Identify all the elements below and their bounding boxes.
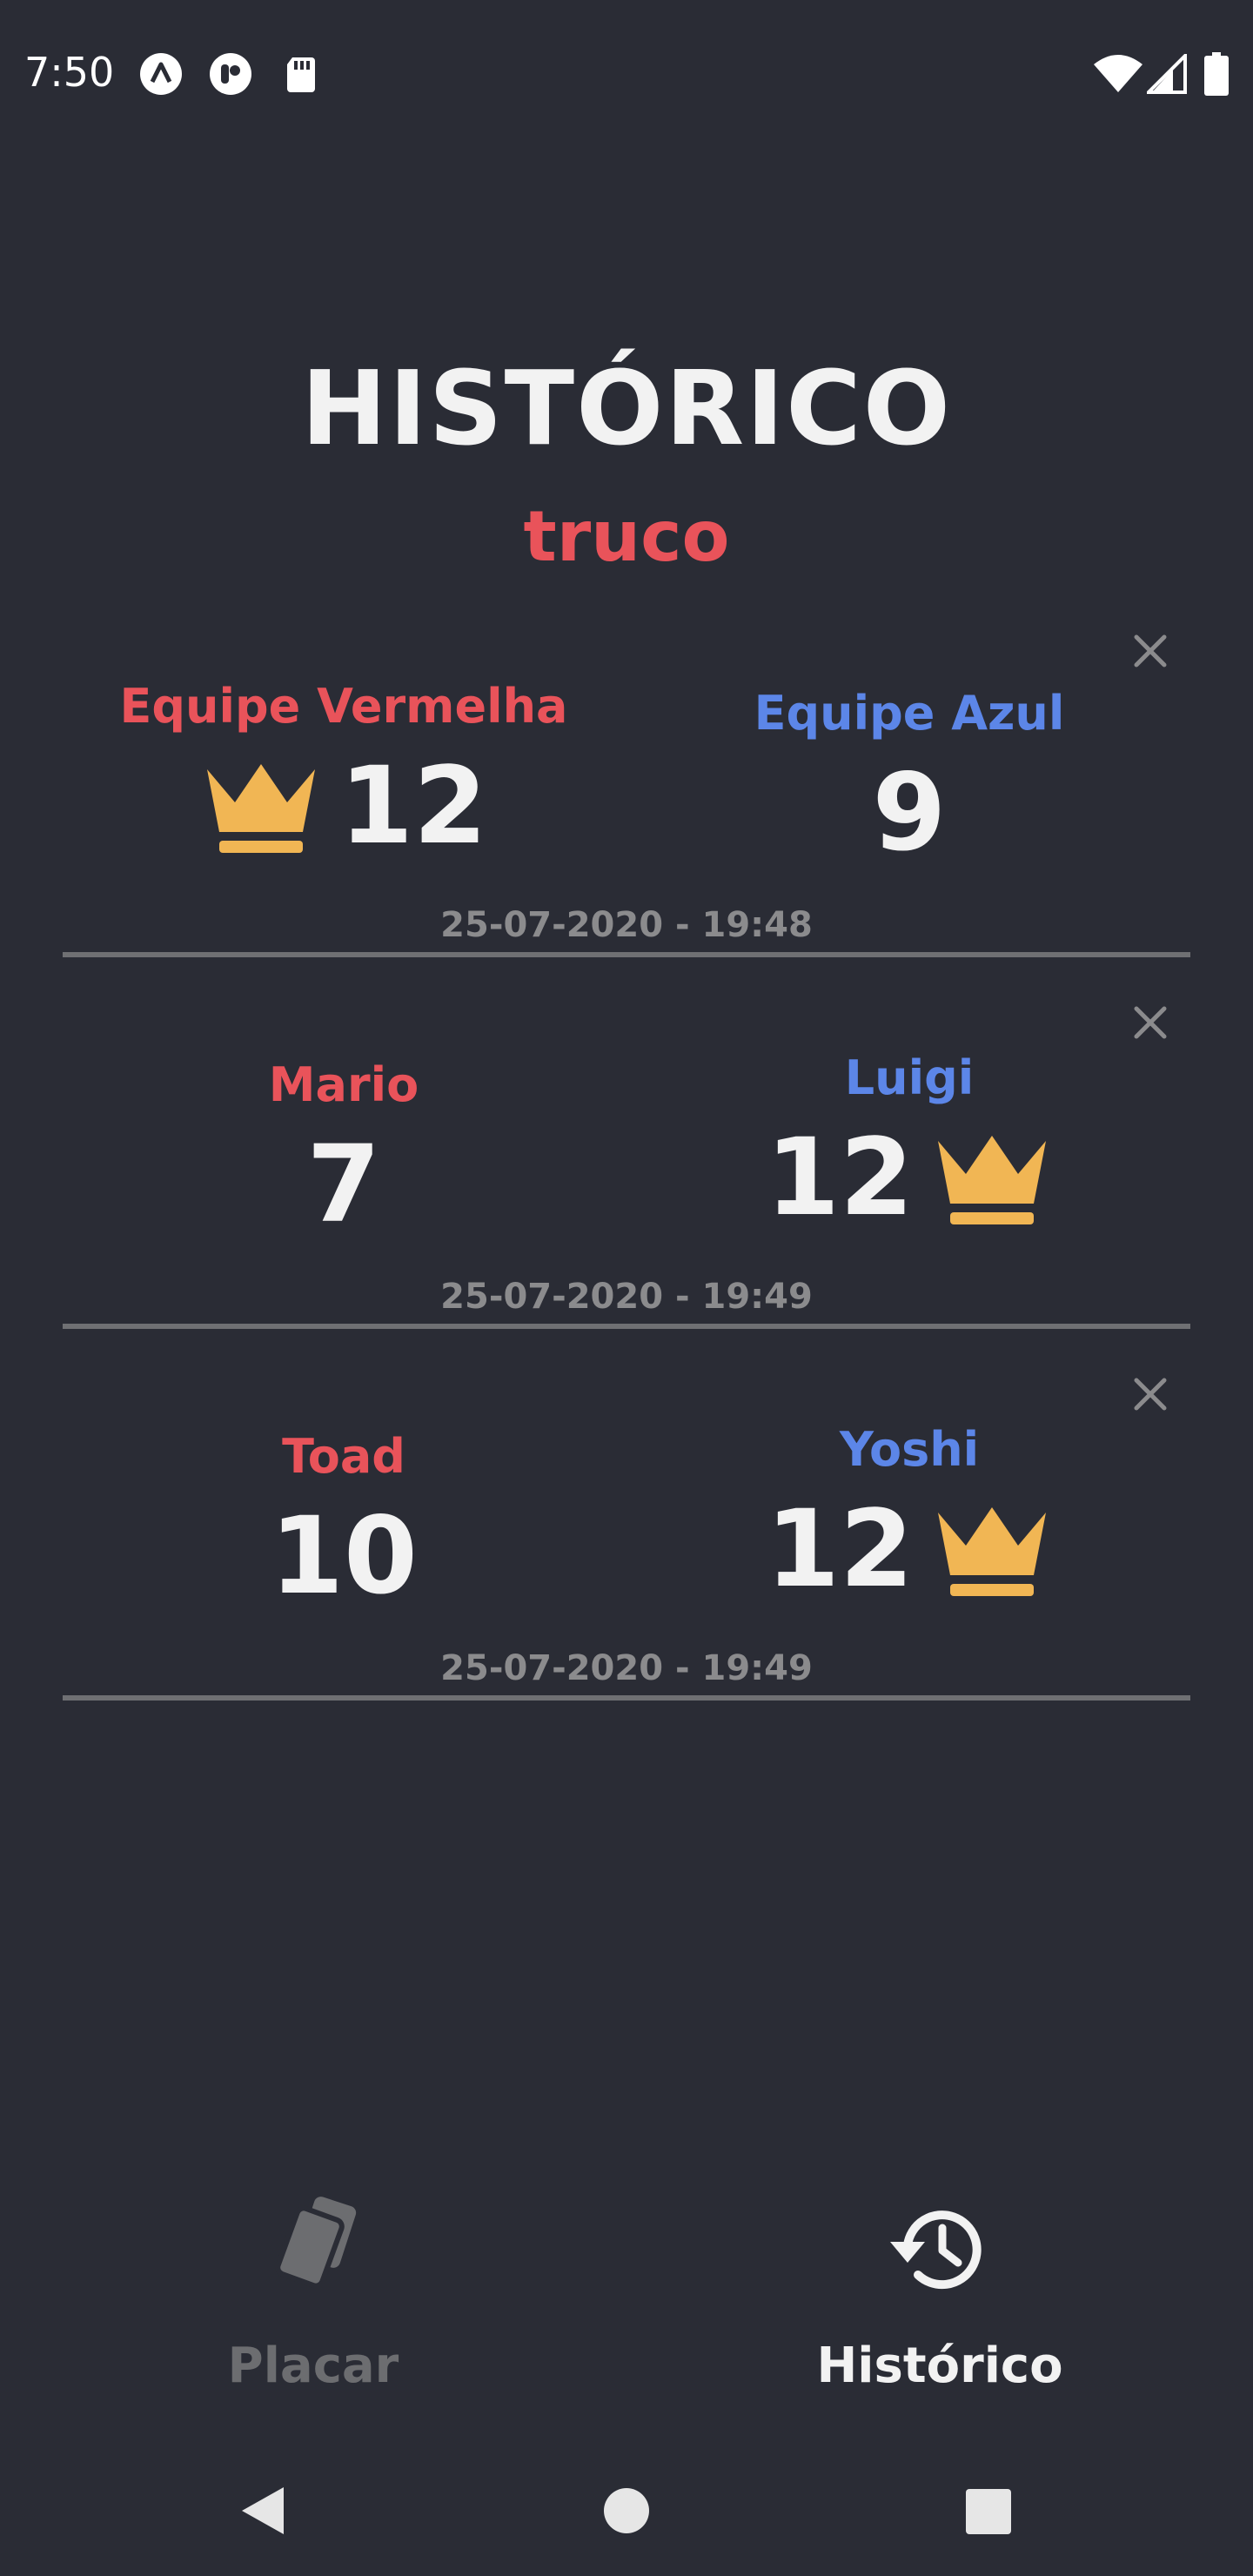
nav-tab-placar-label: Placar bbox=[227, 2338, 399, 2394]
status-clock: 7:50 bbox=[24, 49, 115, 96]
history-card: Equipe Vermelha 12 Equipe Azul 9 25-07-2… bbox=[0, 609, 1253, 981]
right-team-name: Luigi bbox=[844, 1050, 975, 1105]
delete-entry-close-icon[interactable] bbox=[1126, 627, 1175, 675]
left-score: 7 bbox=[306, 1123, 381, 1246]
right-team-name: Yoshi bbox=[839, 1422, 980, 1477]
match-date: 25-07-2020 - 19:49 bbox=[440, 1648, 813, 1688]
game-type-subtitle: truco bbox=[523, 496, 730, 577]
home-icon[interactable] bbox=[596, 2480, 657, 2541]
nav-tab-placar[interactable]: Placar bbox=[96, 2193, 531, 2394]
right-score: 12 bbox=[766, 1116, 914, 1239]
history-icon bbox=[890, 2210, 982, 2290]
left-team: Mario 7 bbox=[83, 1057, 605, 1241]
match-date: 25-07-2020 - 19:48 bbox=[440, 905, 813, 945]
right-team: Yoshi 12 bbox=[648, 1422, 1170, 1606]
right-score: 12 bbox=[766, 1487, 914, 1611]
cards-icon bbox=[275, 2197, 357, 2289]
left-team: Toad 10 bbox=[83, 1429, 605, 1613]
right-team-name: Equipe Azul bbox=[754, 686, 1065, 741]
card-divider bbox=[63, 1324, 1190, 1329]
right-score-row: 12 bbox=[648, 1493, 1170, 1606]
right-score: 9 bbox=[872, 751, 947, 875]
back-icon[interactable] bbox=[233, 2480, 294, 2541]
system-navigation-bar bbox=[0, 2437, 1253, 2576]
delete-entry-close-icon[interactable] bbox=[1126, 998, 1175, 1047]
left-team-name: Equipe Vermelha bbox=[119, 679, 568, 734]
card-divider bbox=[63, 952, 1190, 957]
right-team: Equipe Azul 9 bbox=[648, 686, 1170, 869]
left-score-row: 7 bbox=[83, 1128, 605, 1241]
wifi-icon bbox=[1094, 55, 1142, 92]
history-card: Mario 7 Luigi 12 25-07-2020 - 19:49 bbox=[0, 981, 1253, 1352]
match-date: 25-07-2020 - 19:49 bbox=[440, 1277, 813, 1317]
left-team: Equipe Vermelha 12 bbox=[83, 679, 605, 862]
winner-crown-icon bbox=[937, 1507, 1046, 1596]
nav-tab-historico[interactable]: Histórico bbox=[722, 2193, 1157, 2394]
right-score-row: 9 bbox=[648, 756, 1170, 869]
app-screen: 7:50 HISTÓRICO truco Equipe Vermelha 12 … bbox=[0, 0, 1253, 2576]
page-title: HISTÓRICO bbox=[300, 348, 953, 468]
left-team-name: Mario bbox=[268, 1057, 419, 1112]
right-score-row: 12 bbox=[648, 1121, 1170, 1234]
left-score-row: 12 bbox=[83, 749, 605, 862]
delete-entry-close-icon[interactable] bbox=[1126, 1370, 1175, 1419]
winner-crown-icon bbox=[937, 1136, 1046, 1224]
left-score: 12 bbox=[339, 744, 487, 868]
recents-icon[interactable] bbox=[957, 2480, 1018, 2541]
app-a-icon bbox=[140, 53, 182, 95]
status-bar: 7:50 bbox=[0, 0, 1253, 148]
signal-icon bbox=[1147, 54, 1187, 94]
battery-icon bbox=[1204, 52, 1229, 96]
history-list: Equipe Vermelha 12 Equipe Azul 9 25-07-2… bbox=[0, 609, 1253, 1724]
history-card: Toad 10 Yoshi 12 25-07-2020 - 19:49 bbox=[0, 1352, 1253, 1724]
left-team-name: Toad bbox=[282, 1429, 405, 1484]
app-b-icon bbox=[210, 53, 251, 95]
nav-tab-historico-label: Histórico bbox=[816, 2338, 1063, 2394]
sd-card-icon bbox=[287, 57, 315, 92]
bottom-navigation: Placar Histórico bbox=[0, 2193, 1253, 2402]
left-score: 10 bbox=[270, 1494, 418, 1618]
right-team: Luigi 12 bbox=[648, 1050, 1170, 1234]
winner-crown-icon bbox=[207, 764, 316, 853]
card-divider bbox=[63, 1695, 1190, 1701]
left-score-row: 10 bbox=[83, 1499, 605, 1613]
